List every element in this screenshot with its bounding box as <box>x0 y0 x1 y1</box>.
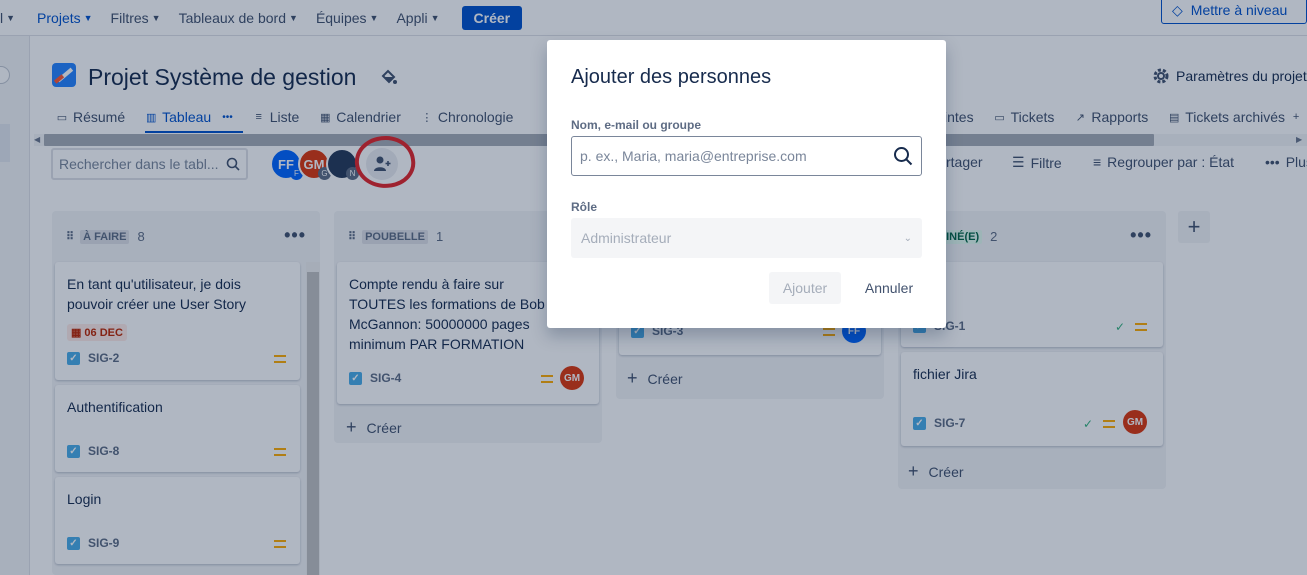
role-field-label: Rôle <box>571 200 598 214</box>
people-search-input[interactable]: p. ex., Maria, maria@entreprise.com <box>571 136 922 176</box>
name-field-label: Nom, e-mail ou groupe <box>571 118 702 132</box>
role-value: Administrateur <box>581 230 672 246</box>
role-select[interactable]: Administrateur ⌄ <box>571 218 922 258</box>
dialog-title: Ajouter des personnes <box>571 66 772 88</box>
add-people-dialog: Ajouter des personnes Nom, e-mail ou gro… <box>547 40 946 328</box>
input-placeholder: p. ex., Maria, maria@entreprise.com <box>580 148 807 164</box>
jira-board-page: l ▼ Projets ▼ Filtres ▼ Tableaux de bord ▼ É… <box>0 0 1307 575</box>
search-icon <box>894 147 913 166</box>
cancel-button[interactable]: Annuler <box>853 272 925 304</box>
chevron-down-icon: ⌄ <box>903 232 912 244</box>
add-button[interactable]: Ajouter <box>769 272 841 304</box>
